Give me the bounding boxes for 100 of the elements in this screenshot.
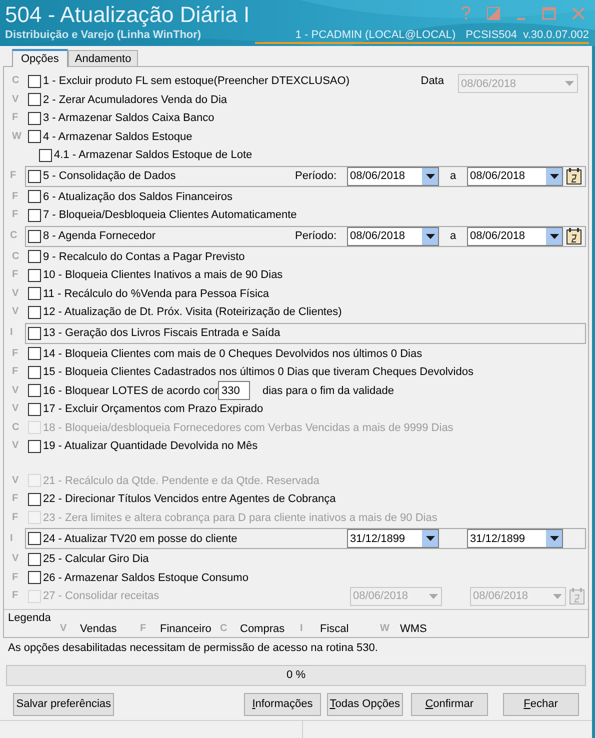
option-label[interactable]: 12 - Atualização de Dt. Próx. Visita (Roteirização de Clientes)	[41, 305, 342, 320]
date-field[interactable]: 31/12/1899	[467, 529, 563, 548]
option-label[interactable]: 11 - Recálculo do %Venda para Pessoa Física	[41, 286, 270, 301]
period-label: Período:	[295, 229, 338, 243]
checkbox[interactable]	[28, 93, 41, 106]
category-letter: F	[12, 570, 20, 585]
calendar-icon[interactable]	[566, 227, 582, 245]
separator-label: a	[448, 169, 458, 183]
legend-letter: W	[380, 622, 390, 636]
checkbox[interactable]	[28, 130, 41, 144]
category-letter: V	[12, 402, 20, 416]
days-suffix: dias para o fim da validade	[261, 384, 394, 398]
checkbox[interactable]	[28, 402, 41, 416]
category-letter: F	[12, 589, 20, 604]
checkbox[interactable]	[28, 384, 41, 398]
option-label[interactable]: 2 - Zerar Acumuladores Venda do Dia	[41, 92, 228, 107]
checkbox[interactable]	[28, 366, 41, 379]
checkbox[interactable]	[28, 326, 41, 340]
info-message: As opções desabilitadas necessitam de permissão de acesso na rotina 530.	[7, 640, 379, 656]
category-letter: V	[12, 439, 20, 454]
user-info: 1 - PCADMIN (LOCAL@LOCAL)	[295, 28, 456, 42]
option-label[interactable]: 13 - Geração dos Livros Fiscais Entrada e Saída	[41, 326, 280, 340]
category-letter: F	[12, 346, 20, 361]
category-letter: V	[12, 474, 20, 488]
option-label[interactable]: 14 - Bloqueia Clientes com mais de 0 Cheques Devolvidos nos últimos 0 Dias	[41, 346, 422, 361]
category-letter: V	[12, 92, 20, 107]
category-letter: C	[12, 420, 20, 435]
option-label[interactable]: 9 - Recalculo do Contas a Pagar Previsto	[41, 250, 245, 264]
option-label[interactable]: 17 - Excluir Orçamentos com Prazo Expirado	[41, 402, 264, 416]
checkbox[interactable]	[28, 552, 41, 566]
option-label[interactable]: 1 - Excluir produto FL sem estoque(Preencher DTEXCLUSAO)	[41, 74, 350, 88]
option-label[interactable]: 25 - Calcular Giro Dia	[41, 552, 149, 566]
legend-label: WMS	[400, 622, 427, 636]
option-label[interactable]: 16 - Bloquear LOTES de acordo cor	[41, 384, 218, 398]
legend-title: Legenda	[8, 610, 51, 624]
category-letter: V	[12, 286, 20, 301]
checkbox[interactable]	[28, 170, 41, 182]
checkbox[interactable]	[28, 347, 41, 360]
date-field[interactable]: 08/06/2018	[467, 166, 563, 186]
days-input[interactable]: 330	[218, 381, 250, 400]
option-label[interactable]: 7 - Bloqueia/Desbloqueia Clientes Automaticamente	[41, 208, 297, 222]
checkbox[interactable]	[28, 268, 41, 282]
checkbox[interactable]	[28, 571, 41, 584]
option-label[interactable]: 8 - Agenda Fornecedor	[41, 229, 295, 243]
category-letter: C	[12, 74, 20, 88]
category-letter: V	[12, 384, 20, 398]
calendar-icon[interactable]	[566, 167, 582, 185]
action-button[interactable]: Fechar	[502, 692, 579, 716]
action-button[interactable]: Salvar preferências	[13, 692, 114, 716]
category-letter: F	[12, 492, 20, 506]
category-letter: F	[12, 208, 20, 222]
tab[interactable]: Andamento	[68, 50, 138, 66]
option-label[interactable]: 5 - Consolidação de Dados	[41, 169, 295, 183]
legend-letter: V	[60, 622, 68, 636]
category-letter: F	[10, 169, 18, 183]
checkbox[interactable]	[28, 532, 41, 545]
separator-label: a	[448, 229, 458, 243]
action-button[interactable]: Informações	[244, 692, 321, 716]
option-label[interactable]: 3 - Armazenar Saldos Caixa Banco	[41, 111, 214, 126]
option-label[interactable]: 4.1 - Armazenar Saldos Estoque de Lote	[52, 148, 252, 162]
version-info: PCSIS504 v.30.0.07.002	[466, 28, 589, 42]
action-button[interactable]: Confirmar	[411, 692, 488, 716]
option-label[interactable]: 19 - Atualizar Quantidade Devolvida no Mês	[41, 439, 258, 454]
checkbox[interactable]	[28, 250, 41, 264]
category-letter: F	[12, 510, 20, 525]
option-label[interactable]: 22 - Direcionar Títulos Vencidos entre Agentes de Cobrança	[41, 492, 336, 506]
option-label[interactable]: 10 - Bloqueia Clientes Inativos a mais de 90 Dias	[41, 268, 283, 282]
checkbox[interactable]	[28, 230, 41, 242]
checkbox[interactable]	[28, 208, 41, 222]
option-label[interactable]: 6 - Atualização dos Saldos Financeiros	[41, 190, 233, 204]
action-button[interactable]: Todas Opções	[326, 692, 404, 716]
category-letter: V	[12, 305, 20, 320]
category-letter: F	[12, 190, 20, 204]
option-label[interactable]: 26 - Armazenar Saldos Estoque Consumo	[41, 570, 248, 585]
date-field[interactable]: 08/06/2018	[347, 166, 439, 186]
option-label[interactable]: 4 - Armazenar Saldos Estoque	[41, 130, 192, 144]
option-label[interactable]: 15 - Bloqueia Clientes Cadastrados nos últimos 0 Dias que tiveram Cheques Devolvidos	[41, 365, 474, 380]
checkbox[interactable]	[28, 112, 41, 125]
date-field[interactable]: 31/12/1899	[347, 529, 439, 548]
window-title: 504 - Atualização Diária I	[5, 1, 250, 29]
tab[interactable]: Opções	[12, 49, 68, 67]
category-letter: F	[12, 268, 20, 282]
period-label: Período:	[295, 169, 338, 183]
checkbox[interactable]	[28, 492, 41, 506]
checkbox[interactable]	[28, 440, 41, 453]
category-letter: V	[12, 552, 20, 566]
checkbox[interactable]	[28, 287, 41, 300]
category-letter: F	[12, 111, 20, 126]
category-letter: C	[10, 229, 18, 243]
category-letter: I	[10, 532, 14, 546]
checkbox[interactable]	[28, 306, 41, 319]
date-field[interactable]: 08/06/2018	[467, 226, 563, 246]
checkbox[interactable]	[28, 74, 41, 88]
date-field[interactable]: 08/06/2018	[347, 226, 439, 246]
checkbox[interactable]	[28, 190, 41, 204]
option-label[interactable]: 24 - Atualizar TV20 em posse do cliente	[41, 532, 295, 546]
progress-label: 0 %	[286, 668, 306, 683]
window-subtitle: Distribuição e Varejo (Linha WinThor)	[5, 28, 202, 42]
legend-label: Compras	[240, 622, 285, 636]
checkbox[interactable]	[39, 148, 52, 162]
